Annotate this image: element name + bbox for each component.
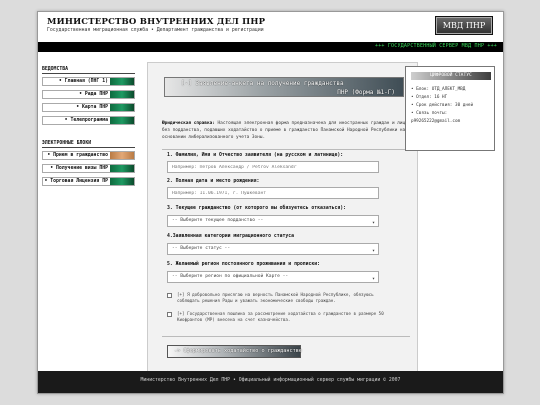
sidebar-item-map[interactable]: • Карта ПНР xyxy=(42,103,135,112)
full-name-input[interactable] xyxy=(167,161,379,173)
legal-note: Юридическая справка: Настоящая электронн… xyxy=(162,121,410,141)
divider xyxy=(162,149,410,150)
form-title-line2: ПНР (Форма №1-Г) xyxy=(337,89,395,96)
status-box-title: ЦИФРОВОЙ СТАТУС xyxy=(411,72,491,80)
sidebar-item-citizenship[interactable]: • Прием в гражданство xyxy=(42,151,135,160)
chevron-down-icon: ▾ xyxy=(371,248,375,254)
sidebar: ВЕДОМСТВА • Главная (ПНГ 1) • Рада ПНР •… xyxy=(42,67,135,239)
sidebar-item-tv[interactable]: • Телепрограмма xyxy=(42,116,135,125)
question-3-label: 3. Текущее гражданство (от которого вы о… xyxy=(167,206,347,211)
status-box: ЦИФРОВОЙ СТАТУС • Блок: ОТД_АЛЕКТ_МВД • … xyxy=(405,66,495,151)
current-citizenship-value: -- Выберите текущее подданство -- xyxy=(172,218,264,223)
footer: Министерство Внутренних Дел ПНР • Официа… xyxy=(38,371,503,393)
chevron-down-icon: ▾ xyxy=(371,220,375,226)
current-citizenship-select[interactable]: -- Выберите текущее подданство -- ▾ xyxy=(167,215,379,227)
sidebar-item-home[interactable]: • Главная (ПНГ 1) xyxy=(42,77,135,86)
region-select[interactable]: -- Выберите регион по официальной Карте … xyxy=(167,271,379,283)
sidebar-item-visa[interactable]: • Получение визы ПНР xyxy=(42,164,135,173)
legal-note-label: Юридическая справка: xyxy=(162,121,215,126)
site-subtitle: Государственная миграционная служба • Де… xyxy=(47,28,264,33)
question-4-label: 4.Заявленная категории миграционного ста… xyxy=(167,234,295,239)
status-row: • Отдел: 16 НГ xyxy=(411,95,448,100)
page: МИНИСТЕРСТВО ВНУТРЕННИХ ДЕЛ ПНР Государс… xyxy=(37,11,504,394)
oath-checkbox[interactable] xyxy=(167,293,172,298)
fee-checkbox[interactable] xyxy=(167,312,172,317)
divider xyxy=(162,336,410,337)
question-2-label: 2. Полная дата и место рождения: xyxy=(167,179,260,184)
sidebar-item-license[interactable]: • Торговая Лицензия ПР xyxy=(42,177,135,186)
status-email: p99265222@gmail.com xyxy=(411,119,461,124)
form-title-line1: [-] Заявление-анкета на получение гражда… xyxy=(181,80,344,87)
sidebar-section-title: ВЕДОМСТВА xyxy=(42,67,135,74)
status-row: • Срок действия: 30 дней xyxy=(411,103,474,108)
application-form: [-] Заявление-анкета на получение гражда… xyxy=(147,62,418,372)
site-title: МИНИСТЕРСТВО ВНУТРЕННИХ ДЕЛ ПНР xyxy=(47,17,266,27)
submit-application-button[interactable]: -> Сформировать ходатайство о гражданств… xyxy=(167,345,302,358)
banner: +++ ГОСУДАРСТВЕННЫЙ СЕРВЕР МВД ПНР +++ xyxy=(38,42,503,52)
migration-status-value: -- Выберите статус -- xyxy=(172,246,231,251)
chevron-down-icon: ▾ xyxy=(371,276,375,282)
question-5-label: 5. Желаемый регион постоянного проживани… xyxy=(167,262,321,267)
region-value: -- Выберите регион по официальной Карте … xyxy=(172,274,289,279)
oath-checkbox-label: [+] Я добровольно присягаю на верность П… xyxy=(177,292,374,304)
birth-date-place-input[interactable] xyxy=(167,187,379,199)
sidebar-item-rada[interactable]: • Рада ПНР xyxy=(42,90,135,99)
logo-button[interactable]: МВД ПНР xyxy=(435,16,493,35)
fee-checkbox-label: [+] Государственная пошлина за рассмотре… xyxy=(177,311,384,323)
migration-status-select[interactable]: -- Выберите статус -- ▾ xyxy=(167,243,379,255)
status-row: • Блок: ОТД_АЛЕКТ_МВД xyxy=(411,87,466,92)
header: МИНИСТЕРСТВО ВНУТРЕННИХ ДЕЛ ПНР Государс… xyxy=(38,12,503,42)
question-1-label: 1. Фамилия, Имя и Отчество заявителя (на… xyxy=(167,153,344,158)
form-title: [-] Заявление-анкета на получение гражда… xyxy=(164,77,404,97)
status-row: • Связь почты: xyxy=(411,111,448,116)
footer-text: Министерство Внутренних Дел ПНР • Официа… xyxy=(140,378,401,383)
sidebar-section-title: ЭЛЕКТРОННЫЕ БЛОКИ xyxy=(42,141,135,148)
banner-text: +++ ГОСУДАРСТВЕННЫЙ СЕРВЕР МВД ПНР +++ xyxy=(375,43,497,49)
